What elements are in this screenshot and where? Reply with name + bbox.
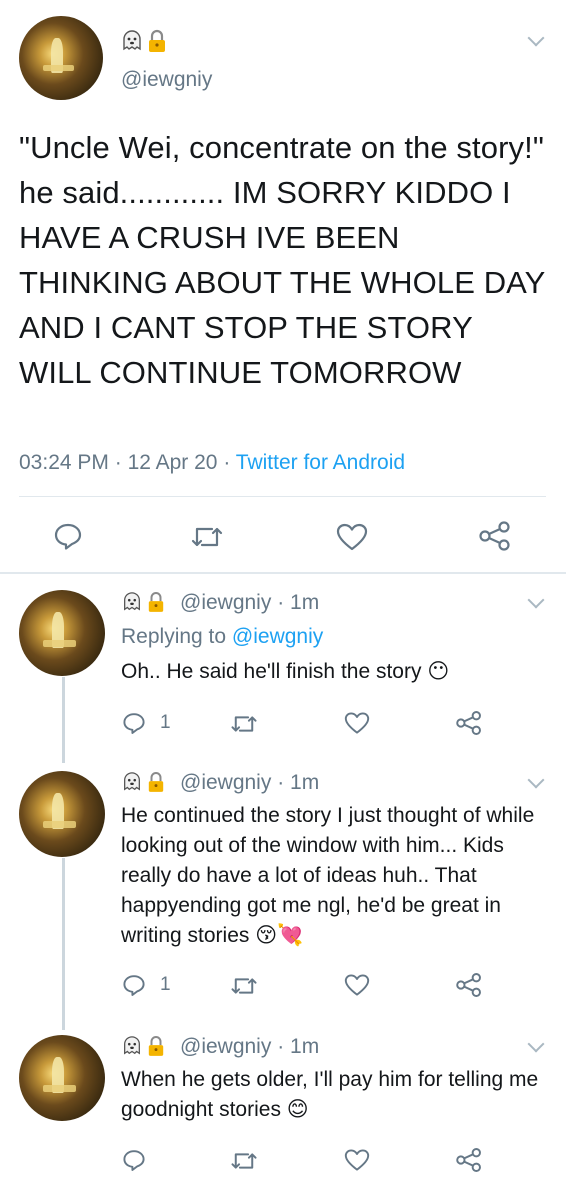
retweet-icon[interactable]	[230, 1149, 258, 1173]
chevron-down-icon[interactable]	[527, 771, 545, 789]
separator-dot: ·	[114, 451, 122, 474]
reply-age: 1m	[290, 1035, 320, 1058]
ghost-icon	[120, 29, 144, 53]
reply-handle[interactable]: @iewgniy	[180, 771, 271, 794]
reply-age: 1m	[290, 591, 320, 614]
share-icon[interactable]	[455, 972, 483, 998]
tweet-meta: 03:24 PM · 12 Apr 20 · Twitter for Andro…	[19, 451, 405, 475]
avatar[interactable]	[19, 16, 103, 100]
replying-to-handle[interactable]: @iewgniy	[232, 625, 323, 648]
like-icon[interactable]	[344, 1148, 370, 1172]
separator-dot: ·	[277, 591, 285, 614]
lock-icon	[147, 1035, 165, 1057]
replying-to: Replying to @iewgniy	[121, 625, 323, 649]
thread-line	[62, 858, 65, 1030]
avatar[interactable]	[19, 771, 105, 857]
ghost-icon	[121, 591, 143, 613]
ghost-icon	[121, 1035, 143, 1057]
reply-count: 1	[160, 712, 171, 733]
emoji: 😶	[427, 660, 450, 683]
lock-icon	[147, 771, 165, 793]
avatar[interactable]	[19, 590, 105, 676]
separator-dot: ·	[223, 451, 231, 474]
avatar[interactable]	[19, 1035, 105, 1121]
retweet-icon[interactable]	[230, 712, 258, 736]
emoji: 😚💘	[255, 924, 304, 947]
reply-icon[interactable]	[122, 711, 146, 735]
reply-icon[interactable]	[122, 973, 146, 997]
reply-handle[interactable]: @iewgniy	[180, 591, 271, 614]
replying-to-prefix: Replying to	[121, 625, 227, 648]
reply-header: @iewgniy · 1m	[180, 591, 319, 615]
reply-text-body: Oh.. He said he'll finish the story	[121, 660, 422, 683]
lock-icon	[147, 591, 165, 613]
retweet-icon[interactable]	[190, 523, 224, 551]
chevron-down-icon[interactable]	[527, 29, 545, 47]
thread-line	[62, 677, 65, 763]
divider	[19, 496, 546, 497]
lock-icon	[147, 29, 167, 53]
tweet-source-link[interactable]: Twitter for Android	[236, 451, 405, 474]
reply-header: @iewgniy · 1m	[180, 1035, 319, 1059]
reply-icon[interactable]	[122, 1148, 146, 1172]
like-icon[interactable]	[344, 711, 370, 735]
reply-age: 1m	[290, 771, 320, 794]
separator-dot: ·	[277, 771, 285, 794]
retweet-icon[interactable]	[230, 974, 258, 998]
ghost-icon	[121, 771, 143, 793]
emoji: 😊	[286, 1098, 309, 1121]
chevron-down-icon[interactable]	[527, 591, 545, 609]
reply-text: When he gets older, I'll pay him for tel…	[121, 1065, 546, 1125]
reply-count: 1	[160, 974, 171, 995]
chevron-down-icon[interactable]	[527, 1035, 545, 1053]
tweet-date: 12 Apr 20	[127, 451, 218, 474]
main-tweet-text: "Uncle Wei, concentrate on the story!" h…	[19, 130, 545, 390]
tweet-time: 03:24 PM	[19, 451, 109, 474]
share-icon[interactable]	[455, 1147, 483, 1173]
share-icon[interactable]	[478, 520, 512, 552]
reply-text: He continued the story I just thought of…	[121, 801, 546, 951]
separator-dot: ·	[277, 1035, 285, 1058]
main-tweet-handle[interactable]: @iewgniy	[121, 68, 212, 92]
reply-text-body: He continued the story I just thought of…	[121, 804, 535, 947]
reply-text-body: When he gets older, I'll pay him for tel…	[121, 1068, 539, 1121]
section-divider	[0, 572, 566, 574]
reply-handle[interactable]: @iewgniy	[180, 1035, 271, 1058]
like-icon[interactable]	[344, 973, 370, 997]
like-icon[interactable]	[336, 522, 368, 552]
reply-header: @iewgniy · 1m	[180, 771, 319, 795]
reply-text: Oh.. He said he'll finish the story 😶	[121, 657, 541, 687]
share-icon[interactable]	[455, 710, 483, 736]
reply-icon[interactable]	[53, 521, 83, 551]
